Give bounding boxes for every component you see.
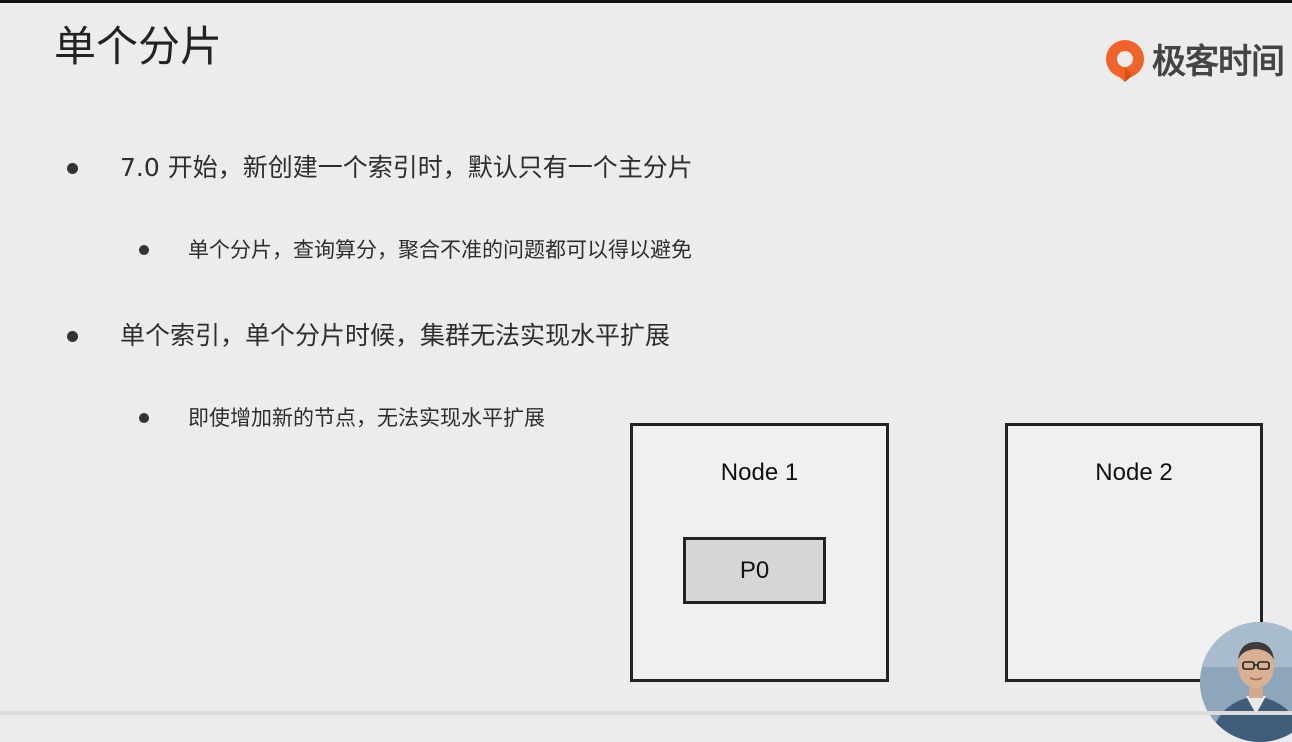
bullet-dot-icon [67,330,78,342]
slide-title: 单个分片 [54,22,223,71]
bullet-text: 单个分片，查询算分，聚合不准的问题都可以得以避免 [188,238,692,262]
cluster-node-1: Node 1 P0 [630,423,889,682]
node-label: Node 1 [720,459,799,486]
bullet-item: 单个索引，单个分片时候，集群无法实现水平扩展 [67,320,670,352]
bullet-item: 7.0 开始，新创建一个索引时，默认只有一个主分片 [67,152,693,184]
bullet-text: 单个索引，单个分片时候，集群无法实现水平扩展 [120,321,671,350]
sub-bullet-item: 单个分片，查询算分，聚合不准的问题都可以得以避免 [139,236,692,264]
bullet-dot-icon [139,413,149,423]
brand-logo-text: 极客时间 [1152,42,1285,82]
node-label: Node 2 [1095,459,1173,486]
primary-shard-p0: P0 [683,537,826,604]
bullet-dot-icon [67,162,78,174]
sub-bullet-item: 即使增加新的节点，无法实现水平扩展 [139,404,545,432]
bullet-dot-icon [139,245,149,255]
bottom-border [0,711,1292,715]
bullet-text: 即使增加新的节点，无法实现水平扩展 [188,406,545,430]
top-border [0,0,1292,3]
brand-logo: 极客时间 [1104,38,1285,86]
geektime-logo-icon [1106,40,1144,82]
bullet-text: 7.0 开始，新创建一个索引时，默认只有一个主分片 [120,153,693,182]
